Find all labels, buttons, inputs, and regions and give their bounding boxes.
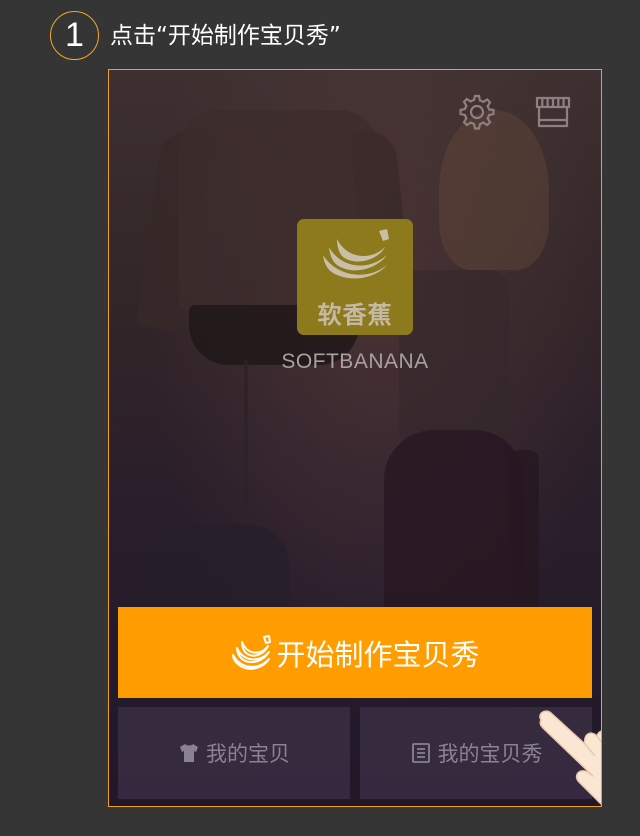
my-shows-label: 我的宝贝秀 <box>437 742 543 766</box>
settings-button[interactable] <box>457 92 497 132</box>
brand-name: SOFTBANANA <box>281 350 429 373</box>
document-list-icon <box>411 743 430 763</box>
my-items-label: 我的宝贝 <box>206 742 290 766</box>
app-logo: 软香蕉 <box>297 219 413 335</box>
step-number-badge: 1 <box>50 11 99 60</box>
store-icon <box>535 96 571 128</box>
banana-icon <box>323 229 389 279</box>
banana-icon <box>232 634 272 670</box>
shirt-icon <box>180 744 198 762</box>
background-garment <box>244 360 248 510</box>
step-instruction: 点击“开始制作宝贝秀” <box>110 23 341 49</box>
hand-pointer-overlay <box>533 708 601 806</box>
my-items-button[interactable]: 我的宝贝 <box>118 707 350 799</box>
background-plant <box>439 110 549 270</box>
logo-text: 软香蕉 <box>317 301 393 329</box>
hand-pointer-icon <box>539 710 601 806</box>
gear-icon <box>459 94 495 130</box>
phone-screen: 软香蕉 SOFTBANANA 开始制作宝贝秀 我的宝贝 我的宝贝秀 <box>108 69 602 807</box>
store-button[interactable] <box>533 92 573 132</box>
start-making-show-button[interactable]: 开始制作宝贝秀 <box>118 607 592 698</box>
start-button-label: 开始制作宝贝秀 <box>276 637 480 672</box>
